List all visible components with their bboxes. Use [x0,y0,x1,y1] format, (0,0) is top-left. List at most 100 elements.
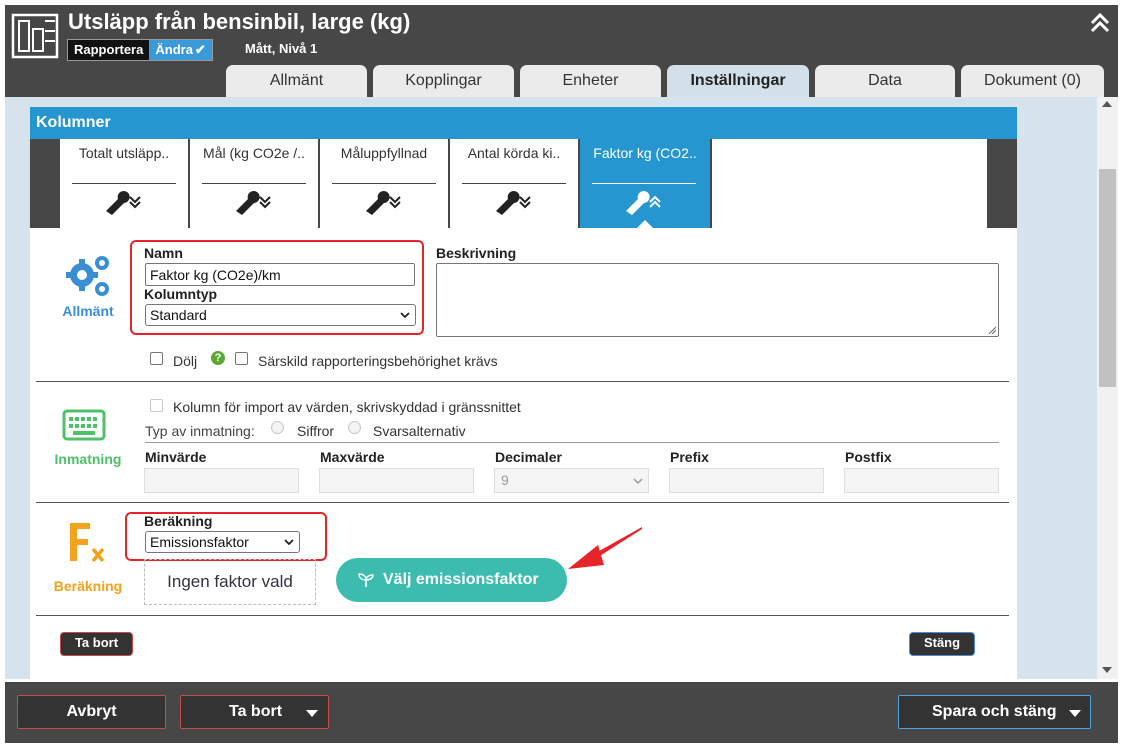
column-tab-label: Måluppfyllnad [340,145,428,161]
column-type-label: Kolumntyp [144,286,218,302]
column-type-select[interactable]: Standard [145,304,416,326]
gears-icon [66,256,109,296]
annotation-arrow-icon [568,527,642,569]
save-and-close-label: Spara och stäng [932,703,1057,720]
section-divider [36,615,1009,616]
section-label-calculation: Beräkning [53,578,123,594]
tab-data[interactable]: Data [815,65,955,97]
radio-digits-label: Siffror [297,423,335,439]
prefix-input[interactable] [669,468,824,493]
radio-digits[interactable] [271,421,284,434]
question-circle-icon[interactable]: ? [211,351,225,365]
scroll-down-icon[interactable] [1102,667,1112,673]
radio-answers[interactable] [348,421,361,434]
section-divider [36,381,1009,382]
column-tab[interactable]: Måluppfyllnad [320,139,448,228]
decimals-label: Decimaler [495,449,562,465]
chevron-down-icon [284,539,294,546]
hide-label: Dölj [173,353,198,369]
wrench-icon[interactable] [360,189,408,217]
prefix-label: Prefix [670,449,709,465]
divider [592,183,696,184]
no-factor-placeholder: Ingen faktor vald [144,559,316,605]
edit-mode-button[interactable]: Ändra ✔ [149,40,212,60]
column-tab-label: Totalt utsläpp.. [78,145,170,161]
chevron-down-icon [633,478,643,485]
tab-kopplingar[interactable]: Kopplingar [373,65,514,97]
decimals-select[interactable]: 9 [494,468,649,493]
checkmark-icon: ✔ [194,42,206,57]
function-fx-icon [70,523,105,563]
column-tab[interactable]: Totalt utsläpp.. [60,139,188,228]
delete-column-button[interactable]: Ta bort [60,632,133,656]
vertical-scrollbar[interactable] [1097,97,1118,679]
column-tabs: Totalt utsläpp.. Mål (kg CO2e /.. Målupp… [30,139,1017,229]
wrench-icon[interactable] [490,189,538,217]
postfix-input[interactable] [844,468,999,493]
description-textarea[interactable] [436,263,999,337]
save-and-close-button[interactable]: Spara och stäng [898,695,1091,729]
tab-installningar[interactable]: Inställningar [667,65,809,97]
min-label: Minvärde [145,449,207,465]
import-label: Kolumn för import av värden, skrivskydda… [173,399,521,415]
columns-panel: Kolumner Totalt utsläpp.. Mål (kg CO2e /… [30,107,1017,679]
special-permission-label: Särskild rapporteringsbehörighet krävs [258,353,498,369]
section-label-input: Inmatning [54,451,122,467]
divider [332,183,436,184]
hide-checkbox[interactable] [150,352,163,365]
wrench-icon[interactable] [230,189,278,217]
column-tabs-empty [712,139,987,228]
column-tab-active[interactable]: Faktor kg (CO2.. [580,139,710,229]
mode-toggle: Rapportera Ändra ✔ [67,39,213,61]
name-label: Namn [144,245,183,261]
app-header: Utsläpp från bensinbil, large (kg) Rappo… [5,5,1118,97]
section-divider [36,502,1009,503]
report-mode-button[interactable]: Rapportera [68,40,150,60]
delete-button-label: Ta bort [229,703,283,720]
calculation-label: Beräkning [144,513,213,529]
special-permission-checkbox[interactable] [235,352,248,365]
column-tab-label: Antal körda ki.. [467,145,561,161]
page-title: Utsläpp från bensinbil, large (kg) [68,9,411,34]
database-table-icon [11,13,59,59]
description-label: Beskrivning [436,245,517,261]
content-area: Kolumner Totalt utsläpp.. Mål (kg CO2e /… [5,97,1097,679]
footer-bar: Avbryt Ta bort Spara och stäng [5,682,1118,743]
tab-dokument[interactable]: Dokument (0) [961,65,1104,97]
postfix-label: Postfix [845,449,892,465]
caret-down-icon [1069,710,1081,717]
column-type-value: Standard [150,307,207,323]
divider [202,183,306,184]
column-tab[interactable]: Antal körda ki.. [450,139,578,228]
cancel-button[interactable]: Avbryt [17,695,166,729]
min-input[interactable] [144,468,299,493]
import-checkbox[interactable] [150,399,163,412]
delete-button[interactable]: Ta bort [180,695,329,729]
edit-mode-label: Ändra [155,42,193,57]
radio-answers-label: Svarsalternativ [373,423,466,439]
calculation-value: Emissionsfaktor [150,534,249,550]
column-tab-label: Faktor kg (CO2.. [593,145,697,161]
close-column-button[interactable]: Stäng [909,632,975,656]
column-tab[interactable]: Mål (kg CO2e /.. [190,139,318,228]
level-text: Mått, Nivå 1 [245,41,318,56]
chevron-down-icon [400,312,410,319]
double-chevron-up-icon[interactable] [1088,11,1112,35]
wrench-icon[interactable] [100,189,148,217]
scroll-up-icon[interactable] [1102,101,1112,107]
section-label-general: Allmänt [62,303,114,319]
active-tab-notch [636,220,654,229]
wrench-icon[interactable] [620,189,668,217]
divider [145,442,999,443]
resize-grip-icon[interactable] [988,326,996,334]
calculation-select[interactable]: Emissionsfaktor [145,531,300,553]
name-input[interactable]: Faktor kg (CO2e)/km [145,263,415,286]
scroll-thumb[interactable] [1099,169,1116,387]
max-input[interactable] [319,468,474,493]
tab-enheter[interactable]: Enheter [520,65,661,97]
choose-emission-factor-button[interactable]: Välj emissionsfaktor [336,558,567,602]
decimals-value: 9 [501,472,509,488]
sprout-icon [358,573,374,587]
tab-allmant[interactable]: Allmänt [226,65,367,97]
choose-emission-factor-label: Välj emissionsfaktor [383,571,539,588]
